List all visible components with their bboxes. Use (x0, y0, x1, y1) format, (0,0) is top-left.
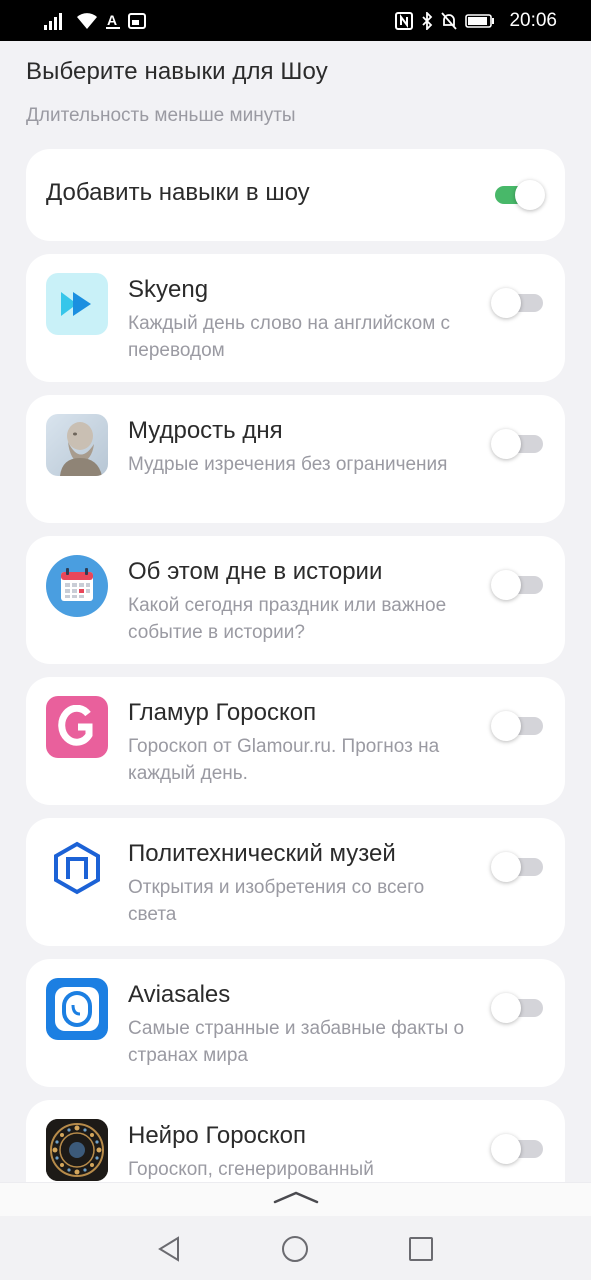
add-skills-toggle[interactable] (491, 180, 545, 210)
nfc-icon (395, 11, 414, 30)
wifi-icon (76, 12, 98, 30)
status-time: 20:06 (509, 9, 557, 31)
aviasales-window-icon (46, 978, 108, 1040)
page-subtitle: Длительность меньше минуты (26, 105, 296, 126)
page-title: Выберите навыки для Шоу (26, 58, 328, 85)
font-a-icon: A (106, 12, 120, 30)
skill-toggle-polytech[interactable] (491, 852, 545, 882)
skill-card-neuro-horoscope[interactable]: Нейро Гороскоп Гороскоп, сгенерированный (26, 1100, 565, 1182)
skill-toggle-glamour[interactable] (491, 711, 545, 741)
back-icon[interactable] (154, 1234, 184, 1264)
chevron-up-icon[interactable] (272, 1189, 320, 1210)
toggle-knob (491, 288, 521, 318)
glamour-g-icon (46, 696, 108, 758)
add-skills-card[interactable]: Добавить навыки в шоу (26, 149, 565, 241)
skill-description: Самые странные и забавные факты о страна… (128, 1018, 465, 1066)
skill-name: Aviasales (128, 981, 231, 1008)
polytech-hexagon-icon (46, 837, 108, 899)
skill-name: Нейро Гороскоп (128, 1122, 306, 1149)
skill-description: Открытия и изобретения со всего света (128, 877, 425, 925)
calendar-icon (46, 555, 108, 617)
skill-name: Об этом дне в истории (128, 558, 383, 585)
skill-name: Мудрость дня (128, 417, 283, 444)
toggle-knob (491, 993, 521, 1023)
skill-description: Мудрые изречения без ограничения (128, 454, 448, 475)
svg-text:A: A (107, 12, 117, 28)
skill-card-wisdom[interactable]: Мудрость дня Мудрые изречения без ограни… (26, 395, 565, 523)
system-nav-bar (0, 1216, 591, 1280)
skill-card-polytech[interactable]: Политехнический музей Открытия и изобрет… (26, 818, 565, 946)
add-skills-label: Добавить навыки в шоу (46, 179, 310, 206)
mute-bell-icon (441, 11, 458, 30)
status-bar-left: A (44, 12, 146, 30)
toggle-knob (491, 429, 521, 459)
skill-description: Гороскоп от Glamour.ru. Прогноз на кажды… (128, 736, 440, 784)
skill-card-aviasales[interactable]: Aviasales Самые странные и забавные факт… (26, 959, 565, 1087)
toggle-knob (515, 180, 545, 210)
zodiac-wheel-icon (46, 1119, 108, 1181)
philosopher-bust-icon (46, 414, 108, 476)
skill-toggle-neuro-horoscope[interactable] (491, 1134, 545, 1164)
bluetooth-icon (421, 11, 433, 30)
skill-toggle-aviasales[interactable] (491, 993, 545, 1023)
recents-icon[interactable] (406, 1234, 436, 1264)
skill-description: Гороскоп, сгенерированный (128, 1159, 374, 1180)
window-icon (128, 12, 146, 30)
skill-card-glamour[interactable]: Гламур Гороскоп Гороскоп от Glamour.ru. … (26, 677, 565, 805)
skill-description: Каждый день слово на английском с перево… (128, 313, 451, 361)
skill-name: Skyeng (128, 276, 209, 303)
toggle-knob (491, 570, 521, 600)
battery-icon (465, 13, 495, 29)
skill-toggle-history[interactable] (491, 570, 545, 600)
toggle-knob (491, 711, 521, 741)
toggle-knob (491, 852, 521, 882)
skyeng-play-icon (46, 273, 108, 335)
home-icon[interactable] (280, 1234, 310, 1264)
skill-description: Какой сегодня праздник или важное событи… (128, 595, 447, 643)
skill-name: Гламур Гороскоп (128, 699, 317, 726)
toggle-knob (491, 1134, 521, 1164)
status-bar: A 20:06 (0, 0, 591, 41)
skill-card-skyeng[interactable]: Skyeng Каждый день слово на английском с… (26, 254, 565, 382)
sheet-handle-bar[interactable] (0, 1182, 591, 1216)
signal-icon (44, 12, 68, 30)
skill-toggle-skyeng[interactable] (491, 288, 545, 318)
skill-toggle-wisdom[interactable] (491, 429, 545, 459)
skill-name: Политехнический музей (128, 840, 396, 867)
status-bar-right: 20:06 (395, 10, 557, 32)
skill-card-history[interactable]: Об этом дне в истории Какой сегодня праз… (26, 536, 565, 664)
